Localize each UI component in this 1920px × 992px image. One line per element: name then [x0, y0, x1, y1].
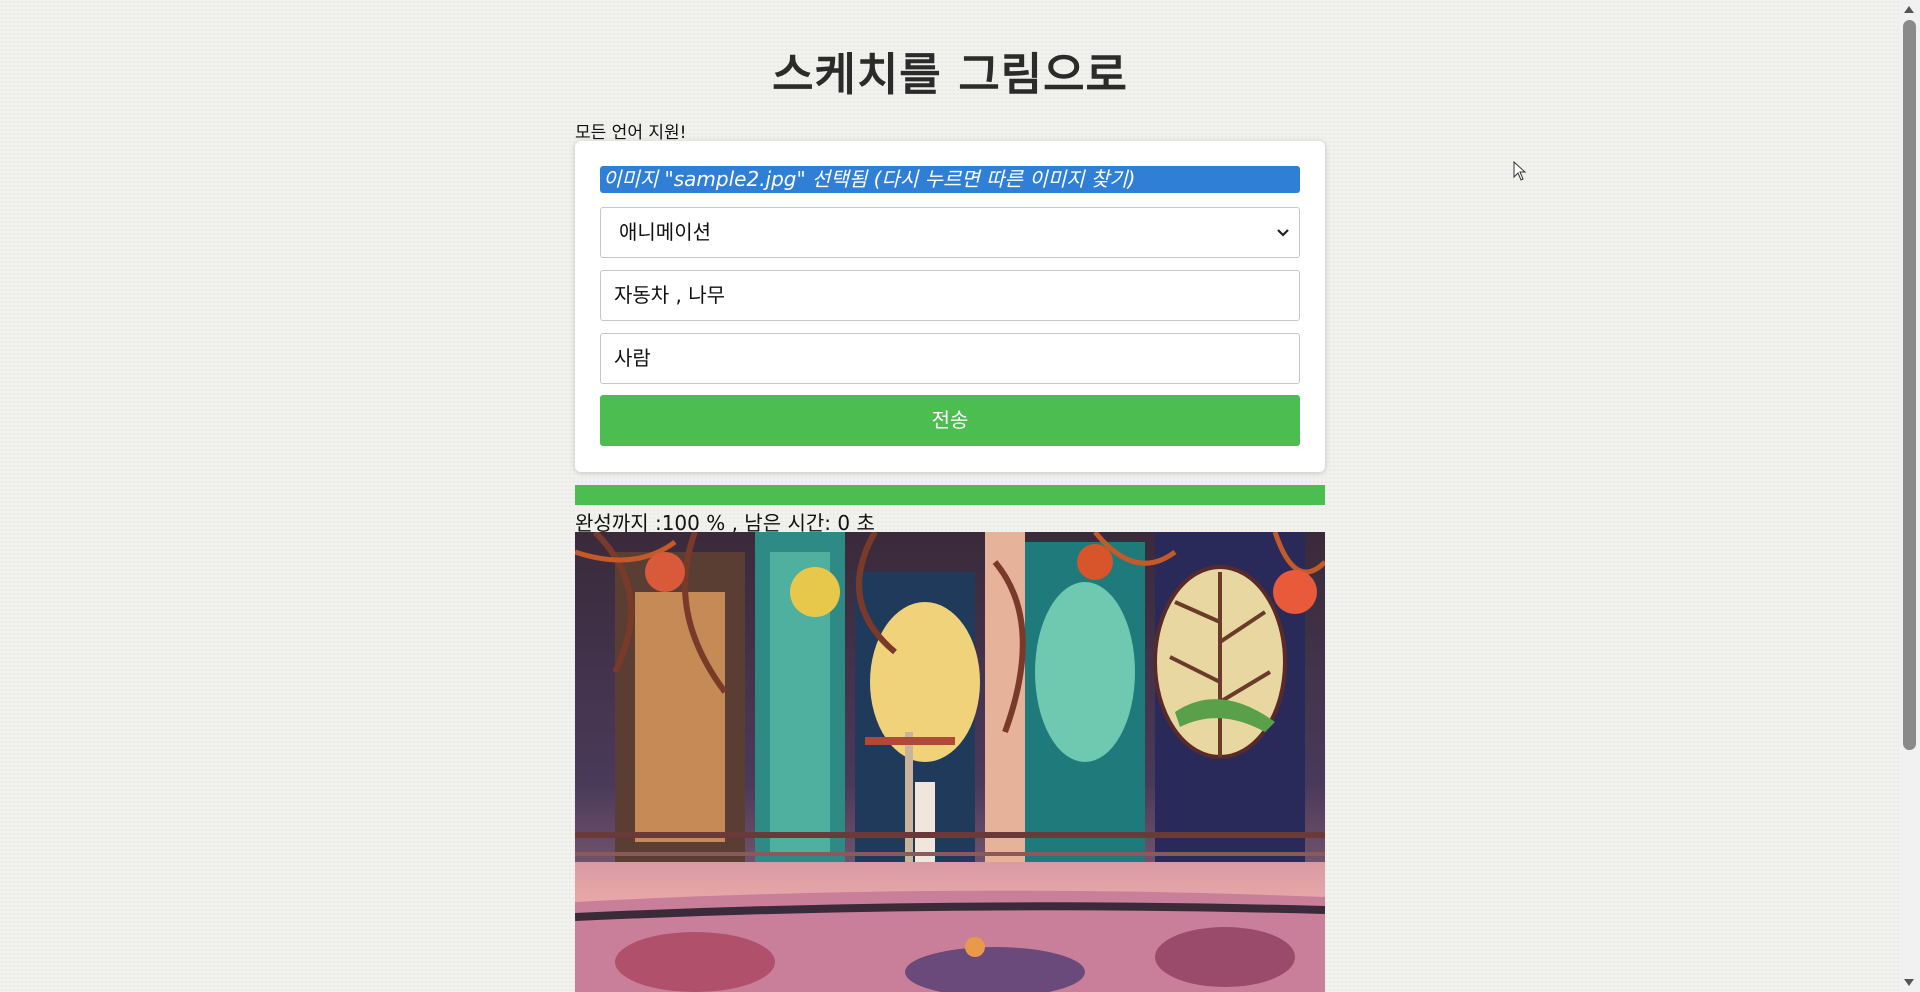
progress-bar: [575, 485, 1325, 505]
chevron-down-icon: [1277, 229, 1289, 237]
cursor-icon: [1513, 161, 1527, 181]
style-select[interactable]: 애니메이션: [600, 207, 1300, 258]
sketch-form-card: 이미지 "sample2.jpg" 선택됨 (다시 누르면 따른 이미지 찾기)…: [575, 141, 1325, 472]
language-support-note: 모든 언어 지원!: [575, 123, 687, 143]
scroll-down-icon[interactable]: [1904, 979, 1914, 986]
image-file-input[interactable]: 이미지 "sample2.jpg" 선택됨 (다시 누르면 따른 이미지 찾기): [600, 166, 1300, 193]
page-scrollbar[interactable]: [1899, 0, 1920, 992]
scroll-up-icon[interactable]: [1904, 6, 1914, 13]
progress-bar-fill: [575, 485, 1325, 505]
style-select-value: 애니메이션: [619, 220, 711, 244]
page-title: 스케치를 그림으로: [772, 48, 1128, 101]
generated-image: [575, 532, 1325, 992]
scrollbar-thumb[interactable]: [1903, 20, 1916, 750]
prompt-input[interactable]: 자동차 , 나무: [600, 270, 1300, 321]
submit-button[interactable]: 전송: [600, 395, 1300, 446]
negative-prompt-input[interactable]: 사람: [600, 333, 1300, 384]
